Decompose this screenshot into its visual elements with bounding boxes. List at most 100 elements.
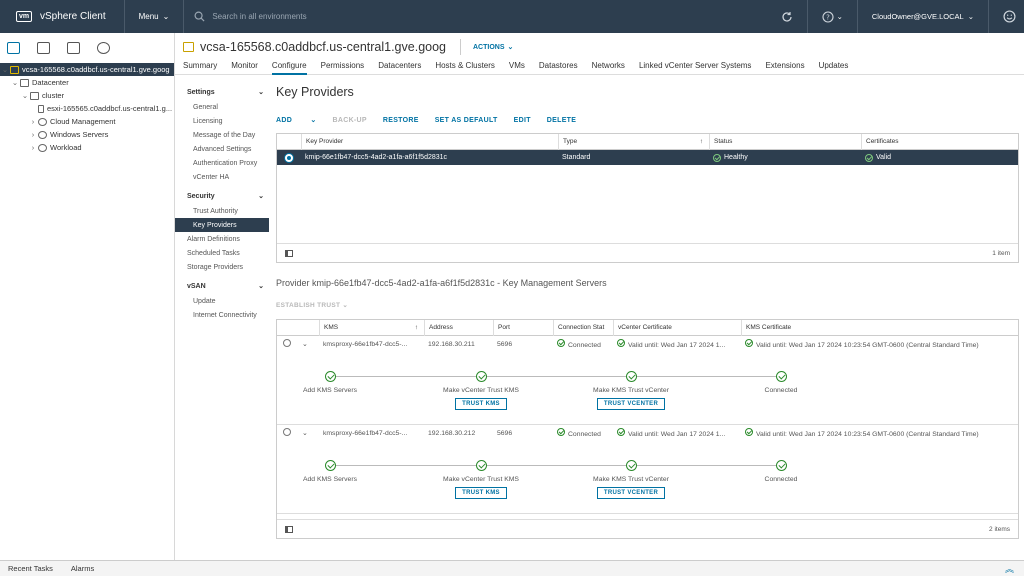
set-default-button[interactable]: SET AS DEFAULT [435, 117, 498, 124]
hosts-clusters-icon[interactable] [7, 42, 20, 54]
tree-node-datacenter[interactable]: ⌄ Datacenter [0, 76, 174, 89]
vsan-section-header[interactable]: vSAN ⌄ [175, 278, 272, 294]
column-address[interactable]: Address [424, 319, 493, 336]
steps-line [330, 376, 782, 377]
trust-vcenter-button[interactable]: TRUST VCENTER [596, 487, 666, 499]
row-select[interactable] [277, 339, 298, 349]
feedback-smiley-icon[interactable] [1003, 10, 1016, 23]
tab-summary[interactable]: Summary [183, 61, 217, 75]
tab-updates[interactable]: Updates [819, 61, 849, 75]
vmware-logo[interactable]: vm [16, 11, 32, 22]
radio-button[interactable] [283, 339, 291, 347]
add-button[interactable]: ADD ⌄ [276, 116, 317, 124]
table-row[interactable]: kmip-66e1fb47-dcc5-4ad2-a1fa-a6f1f5d2831… [277, 150, 1018, 165]
inventory-panel: ⌄ vcsa-165568.c0addbcf.us-central1.gve.g… [0, 33, 175, 560]
nav-storage-providers[interactable]: Storage Providers [175, 260, 272, 274]
tab-datacenters[interactable]: Datacenters [378, 61, 421, 75]
column-toggle-icon[interactable] [285, 525, 293, 533]
kms-row[interactable]: ⌄ kmsproxy-66e1fb47-dcc5-... 192.168.30.… [277, 336, 1018, 425]
delete-button[interactable]: DELETE [547, 117, 576, 124]
chevron-down-icon[interactable]: ⌄ [10, 78, 20, 87]
bottom-panel-bar: Recent Tasks Alarms ︽ [0, 560, 1024, 576]
trust-vcenter-button[interactable]: TRUST VCENTER [596, 398, 666, 410]
chevron-right-icon[interactable]: › [28, 130, 38, 139]
storage-icon[interactable] [67, 42, 80, 54]
establish-trust-button[interactable]: ESTABLISH TRUST ⌄ [276, 301, 1019, 311]
svg-text:?: ? [826, 13, 830, 21]
radio-button[interactable] [285, 153, 293, 162]
chevron-down-icon[interactable]: ⌄ [20, 91, 30, 100]
search-bar[interactable]: Search in all environments [194, 11, 780, 22]
nav-general[interactable]: General [175, 100, 272, 114]
nav-vcenter-ha[interactable]: vCenter HA [175, 170, 272, 184]
trust-kms-button[interactable]: TRUST KMS [455, 487, 507, 499]
nav-alarm-definitions[interactable]: Alarm Definitions [175, 232, 272, 246]
tab-vms[interactable]: VMs [509, 61, 525, 75]
chevron-right-icon[interactable]: › [28, 143, 38, 152]
nav-licensing[interactable]: Licensing [175, 114, 272, 128]
chevron-down-icon[interactable]: ⌄ [298, 340, 319, 348]
backup-button[interactable]: BACK-UP [333, 117, 367, 124]
trust-kms-button[interactable]: TRUST KMS [455, 398, 507, 410]
chevron-right-icon[interactable]: › [28, 117, 38, 126]
alarms-tab[interactable]: Alarms [71, 564, 94, 573]
nav-scheduled-tasks[interactable]: Scheduled Tasks [175, 246, 272, 260]
actions-menu[interactable]: ACTIONS ⌄ [460, 39, 513, 55]
column-kms-certificate[interactable]: KMS Certificate [741, 319, 1018, 336]
tab-hosts-clusters[interactable]: Hosts & Clusters [435, 61, 495, 75]
tree-node-label: vcsa-165568.c0addbcf.us-central1.gve.goo… [22, 65, 170, 74]
column-toggle-icon[interactable] [285, 249, 293, 257]
search-icon [194, 11, 205, 22]
tree-node-resource-pool[interactable]: › Windows Servers [0, 128, 174, 141]
refresh-icon[interactable] [781, 11, 793, 23]
nav-message-of-the-day[interactable]: Message of the Day [175, 128, 272, 142]
tab-configure[interactable]: Configure [271, 61, 307, 75]
restore-button[interactable]: RESTORE [383, 117, 419, 124]
nav-trust-authority[interactable]: Trust Authority [175, 204, 272, 218]
column-connection-status[interactable]: Connection Stat [553, 319, 613, 336]
search-input[interactable]: Search in all environments [212, 12, 306, 21]
tab-datastores[interactable]: Datastores [539, 61, 578, 75]
nav-vsan-update[interactable]: Update [175, 294, 272, 308]
row-select[interactable] [277, 428, 298, 438]
tree-node-vcenter[interactable]: ⌄ vcsa-165568.c0addbcf.us-central1.gve.g… [0, 63, 174, 76]
radio-button[interactable] [283, 428, 291, 436]
help-menu[interactable]: ? ⌄ [822, 10, 843, 23]
tab-linked-vcenter[interactable]: Linked vCenter Server Systems [639, 61, 752, 75]
nav-key-providers[interactable]: Key Providers [175, 218, 269, 232]
chevron-down-icon[interactable]: ⌄ [0, 65, 10, 74]
vms-templates-icon[interactable] [37, 42, 50, 54]
settings-section-header[interactable]: Settings ⌄ [175, 84, 272, 100]
expand-up-icon[interactable]: ︽ [1005, 562, 1014, 575]
column-status[interactable]: Status [709, 133, 861, 150]
tab-permissions[interactable]: Permissions [321, 61, 365, 75]
tree-node-resource-pool[interactable]: › Workload [0, 141, 174, 154]
edit-button[interactable]: EDIT [514, 117, 531, 124]
column-kms[interactable]: KMS ↑ [319, 319, 424, 336]
chevron-down-icon[interactable]: ⌄ [298, 429, 319, 437]
row-select[interactable] [277, 150, 301, 165]
column-port[interactable]: Port [493, 319, 553, 336]
column-vcenter-certificate[interactable]: vCenter Certificate [613, 319, 741, 336]
tree-node-host[interactable]: esxi-165565.c0addbcf.us-central1.g... [0, 102, 174, 115]
tab-monitor[interactable]: Monitor [231, 61, 258, 75]
key-providers-grid: Key Provider Type ↑ Status Certificates k… [276, 133, 1019, 263]
trust-steps: Add KMS Servers Make vCenter Trust KMS TR… [303, 460, 797, 510]
menu-button[interactable]: Menu ⌄ [139, 12, 170, 21]
recent-tasks-tab[interactable]: Recent Tasks [8, 564, 53, 573]
nav-internet-connectivity[interactable]: Internet Connectivity [175, 308, 272, 322]
networking-icon[interactable] [97, 42, 110, 54]
column-type[interactable]: Type ↑ [558, 133, 709, 150]
tree-node-cluster[interactable]: ⌄ cluster [0, 89, 174, 102]
tab-extensions[interactable]: Extensions [765, 61, 804, 75]
tab-networks[interactable]: Networks [592, 61, 625, 75]
column-certificates[interactable]: Certificates [861, 133, 1018, 150]
nav-authentication-proxy[interactable]: Authentication Proxy [175, 156, 272, 170]
kms-row[interactable]: ⌄ kmsproxy-66e1fb47-dcc5-... 192.168.30.… [277, 425, 1018, 514]
column-key-provider[interactable]: Key Provider [301, 133, 558, 150]
user-menu[interactable]: CloudOwner@GVE.LOCAL ⌄ [872, 12, 974, 21]
tree-node-resource-pool[interactable]: › Cloud Management [0, 115, 174, 128]
security-section-header[interactable]: Security ⌄ [175, 188, 272, 204]
item-count: 2 items [989, 525, 1010, 533]
nav-advanced-settings[interactable]: Advanced Settings [175, 142, 272, 156]
